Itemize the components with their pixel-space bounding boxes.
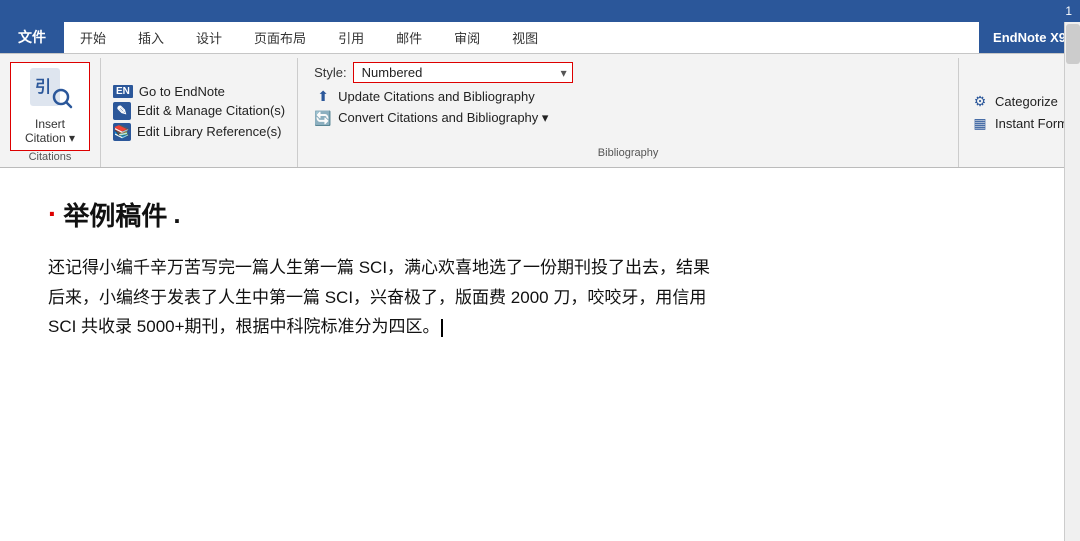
- tab-review[interactable]: 审阅: [438, 21, 496, 53]
- instant-form-item[interactable]: ▦ Instant Form: [971, 114, 1068, 132]
- update-icon: ⬆: [314, 87, 332, 105]
- insert-citation-label: Insert Citation ▾: [25, 117, 75, 146]
- instant-form-icon: ▦: [971, 114, 989, 132]
- style-row: Style: Numbered Author-Date APA: [314, 62, 942, 83]
- paragraph-3: SCI 共收录 5000+期刊，根据中科院标准分为四区。: [48, 312, 1032, 342]
- heading-suffix: .: [173, 199, 180, 230]
- tab-references[interactable]: 引用: [322, 21, 380, 53]
- style-select[interactable]: Numbered Author-Date APA: [353, 62, 573, 83]
- insert-citation-button[interactable]: 引 Insert Citation ▾: [10, 62, 90, 151]
- en-badge: EN: [113, 85, 133, 98]
- ribbon-body: 引 Insert Citation ▾ Citations EN Go to E…: [0, 54, 1080, 168]
- heading-bullet: ·: [48, 198, 57, 230]
- scroll-thumb[interactable]: [1066, 24, 1080, 64]
- document-body: · 举例稿件 . 还记得小编千辛万苦写完一篇人生第一篇 SCI，满心欢喜地选了一…: [0, 168, 1080, 342]
- title-bar: 1: [0, 0, 1080, 22]
- categorize-icon: ⚙: [971, 92, 989, 110]
- citations-group: EN Go to EndNote ✎ Edit & Manage Citatio…: [101, 58, 298, 167]
- library-icon: 📚: [113, 123, 131, 141]
- tab-file[interactable]: 文件: [0, 21, 64, 53]
- convert-icon: 🔄: [314, 109, 332, 127]
- convert-citations-item[interactable]: 🔄 Convert Citations and Bibliography ▾: [314, 109, 942, 127]
- style-label: Style:: [314, 65, 347, 80]
- categorize-item[interactable]: ⚙ Categorize: [971, 92, 1068, 110]
- goto-endnote-item[interactable]: EN Go to EndNote: [113, 84, 285, 99]
- bibliography-group: Style: Numbered Author-Date APA ⬆ Update…: [298, 58, 959, 167]
- update-citations-item[interactable]: ⬆ Update Citations and Bibliography: [314, 87, 942, 105]
- tab-insert[interactable]: 插入: [122, 21, 180, 53]
- paragraph-2: 后来，小编终于发表了人生中第一篇 SCI，兴奋极了，版面费 2000 刀，咬咬牙…: [48, 283, 1032, 313]
- citations-label: Citations: [29, 151, 72, 167]
- page-number: 1: [1065, 4, 1072, 18]
- insert-citation-section: 引 Insert Citation ▾ Citations: [0, 58, 101, 167]
- tab-mailings[interactable]: 邮件: [380, 21, 438, 53]
- tab-home[interactable]: 开始: [64, 21, 122, 53]
- svg-text:引: 引: [35, 78, 51, 96]
- tab-design[interactable]: 设计: [180, 21, 238, 53]
- paragraph-3-text: SCI 共收录 5000+期刊，根据中科院标准分为四区。: [48, 317, 440, 336]
- document-heading: · 举例稿件 .: [48, 196, 1032, 233]
- text-cursor: [441, 319, 443, 337]
- edit-manage-citation-item[interactable]: ✎ Edit & Manage Citation(s): [113, 102, 285, 120]
- extra-group: ⚙ Categorize ▦ Instant Form: [959, 58, 1080, 167]
- paragraph-1: 还记得小编千辛万苦写完一篇人生第一篇 SCI，满心欢喜地选了一份期刊投了出去，结…: [48, 253, 1032, 283]
- style-select-wrapper[interactable]: Numbered Author-Date APA: [353, 62, 573, 83]
- bibliography-label: Bibliography: [314, 145, 942, 163]
- edit-library-item[interactable]: 📚 Edit Library Reference(s): [113, 123, 285, 141]
- insert-citation-icon: 引: [27, 67, 73, 109]
- edit-citation-icon: ✎: [113, 102, 131, 120]
- tab-view[interactable]: 视图: [496, 21, 554, 53]
- scrollbar[interactable]: [1064, 22, 1080, 541]
- heading-text: 举例稿件: [63, 196, 167, 233]
- tab-page-layout[interactable]: 页面布局: [238, 21, 322, 53]
- ribbon-tab-bar: 文件 开始 插入 设计 页面布局 引用 邮件 审阅 视图 EndNote X9: [0, 22, 1080, 54]
